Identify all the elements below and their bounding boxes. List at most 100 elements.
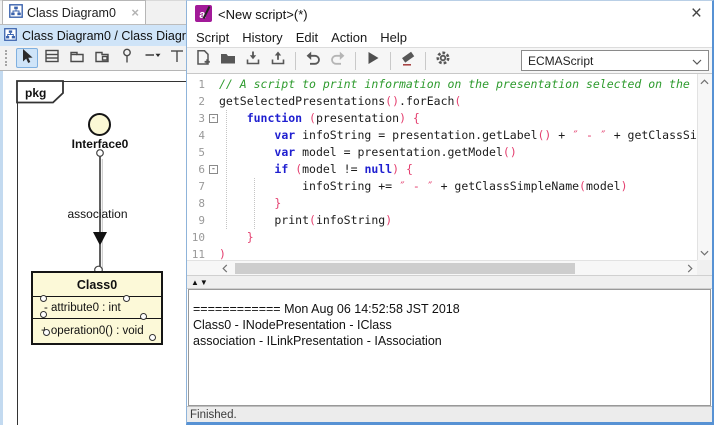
script-window-titlebar[interactable]: a <New script>(*) × — [187, 1, 712, 28]
console-line: ============ Mon Aug 06 14:52:58 JST 201… — [193, 302, 460, 316]
line-number: 4 — [198, 129, 205, 142]
console-output[interactable]: ============ Mon Aug 06 14:52:58 JST 201… — [188, 289, 711, 406]
clear-console-button[interactable] — [397, 50, 419, 72]
scroll-left-icon[interactable] — [217, 261, 232, 276]
code-line[interactable]: 3- function (presentation) { — [187, 110, 697, 127]
association-arrowhead — [93, 232, 107, 246]
horizontal-scrollbar[interactable] — [187, 260, 697, 275]
menu-item-history[interactable]: History — [242, 30, 282, 45]
code-line[interactable]: 4 var infoString = presentation.getLabel… — [187, 127, 697, 144]
code-editor[interactable]: 1 // A script to print information on the… — [187, 74, 712, 276]
scrollbar-thumb[interactable] — [235, 263, 575, 274]
menu-item-action[interactable]: Action — [331, 30, 367, 45]
fold-marker-icon[interactable]: - — [209, 165, 218, 174]
code-line[interactable]: 8 } — [187, 195, 697, 212]
interface-lollipop[interactable] — [88, 113, 111, 136]
cursor-arrow-icon — [18, 47, 36, 70]
code-line[interactable]: 7 infoString += ″ - ″ + getClassSimpleNa… — [187, 178, 697, 195]
script-editor-window: a <New script>(*) × Script History Edit Act… — [186, 0, 714, 425]
code-text: ) — [219, 247, 226, 260]
anchor-icon — [168, 47, 186, 70]
code-text: if (model != null) { — [274, 162, 413, 176]
class-box-icon — [43, 47, 61, 70]
line-number: 5 — [198, 146, 205, 159]
language-selector[interactable]: ECMAScript — [521, 50, 709, 71]
menu-item-script[interactable]: Script — [196, 30, 229, 45]
association-label: association — [67, 207, 128, 221]
code-text: var infoString = presentation.getLabel()… — [274, 128, 697, 142]
code-line[interactable]: 11) — [187, 246, 697, 260]
menu-item-help[interactable]: Help — [380, 30, 407, 45]
run-button[interactable] — [362, 50, 384, 72]
fold-marker-icon[interactable]: - — [209, 114, 218, 123]
toolbar-separator — [425, 51, 426, 70]
code-line[interactable]: 9 print(infoString) — [187, 212, 697, 229]
undo-button[interactable] — [302, 50, 324, 72]
new-script-button[interactable] — [192, 50, 214, 72]
code-line[interactable]: 5 var model = presentation.getModel() — [187, 144, 697, 161]
clear-console-icon — [399, 49, 417, 72]
association-line-icon — [143, 47, 161, 70]
package-folder-icon — [68, 47, 86, 70]
association-tool[interactable] — [141, 48, 163, 68]
menu-item-edit[interactable]: Edit — [296, 30, 318, 45]
code-line[interactable]: 1 // A script to print information on the… — [187, 76, 697, 93]
class-tool[interactable] — [41, 48, 63, 68]
class-diagram-icon — [4, 27, 17, 44]
selection-handle[interactable] — [149, 334, 156, 341]
indent-guide — [254, 178, 255, 229]
open-script-button[interactable] — [217, 50, 239, 72]
diagram-tab-label: Class Diagram0 — [27, 5, 116, 20]
line-number: 3 — [198, 112, 205, 125]
pin-tool[interactable] — [116, 48, 138, 68]
code-text: print(infoString) — [219, 213, 393, 227]
interface-label: Interface0 — [71, 137, 129, 151]
scroll-down-icon[interactable] — [697, 245, 712, 260]
redo-button[interactable] — [327, 50, 349, 72]
selection-handle[interactable] — [140, 313, 147, 320]
indent-guide — [226, 110, 227, 229]
fold-column — [208, 178, 219, 195]
status-bar: Finished. — [187, 406, 712, 422]
language-selector-value: ECMAScript — [528, 53, 594, 68]
subsystem-folder-icon — [93, 47, 111, 70]
pane-splitter[interactable]: ▲▼ — [187, 276, 712, 289]
class-node[interactable]: Class0 - attribute0 : int + operation0()… — [31, 271, 163, 345]
selection-handle[interactable] — [43, 329, 50, 336]
code-line[interactable]: 10 } — [187, 229, 697, 246]
vertical-scrollbar[interactable] — [697, 74, 712, 260]
select-tool[interactable] — [16, 48, 38, 68]
toolbar-separator — [355, 51, 356, 70]
diagram-tab[interactable]: Class Diagram0 × — [2, 0, 146, 24]
code-line[interactable]: 6- if (model != null) { — [187, 161, 697, 178]
chevron-down-icon — [692, 54, 702, 68]
console-line: Class0 - INodePresentation - IClass — [193, 318, 392, 332]
tab-close-icon[interactable]: × — [131, 6, 139, 19]
toolbar-grip[interactable] — [5, 50, 8, 66]
splitter-collapse-icons[interactable]: ▲▼ — [191, 278, 209, 287]
settings-button[interactable] — [432, 50, 454, 72]
fold-column: - — [208, 161, 219, 178]
scroll-right-icon[interactable] — [682, 261, 697, 276]
code-text: function (presentation) { — [246, 111, 420, 125]
fold-column — [208, 229, 219, 246]
subsystem-tool[interactable] — [91, 48, 113, 68]
package-tool[interactable] — [66, 48, 88, 68]
fold-column — [208, 246, 219, 260]
selection-handle[interactable] — [123, 295, 130, 302]
window-close-icon[interactable]: × — [691, 3, 702, 25]
code-text: var model = presentation.getModel() — [274, 145, 517, 159]
code-area[interactable]: 1 // A script to print information on the… — [187, 74, 697, 260]
scroll-up-icon[interactable] — [697, 74, 712, 89]
class-name: Class0 — [33, 273, 161, 297]
note-anchor-tool[interactable] — [166, 48, 188, 68]
code-text: } — [246, 230, 254, 244]
code-line[interactable]: 2 getSelectedPresentations().forEach( — [187, 93, 697, 110]
export-script-button[interactable] — [267, 50, 289, 72]
import-script-button[interactable] — [242, 50, 264, 72]
selection-handle[interactable] — [40, 295, 47, 302]
pin-icon — [118, 47, 136, 70]
diagram-breadcrumb: Class Diagram0 / Class Diagram0 — [22, 28, 211, 43]
selection-handle[interactable] — [40, 311, 47, 318]
line-number: 8 — [198, 197, 205, 210]
